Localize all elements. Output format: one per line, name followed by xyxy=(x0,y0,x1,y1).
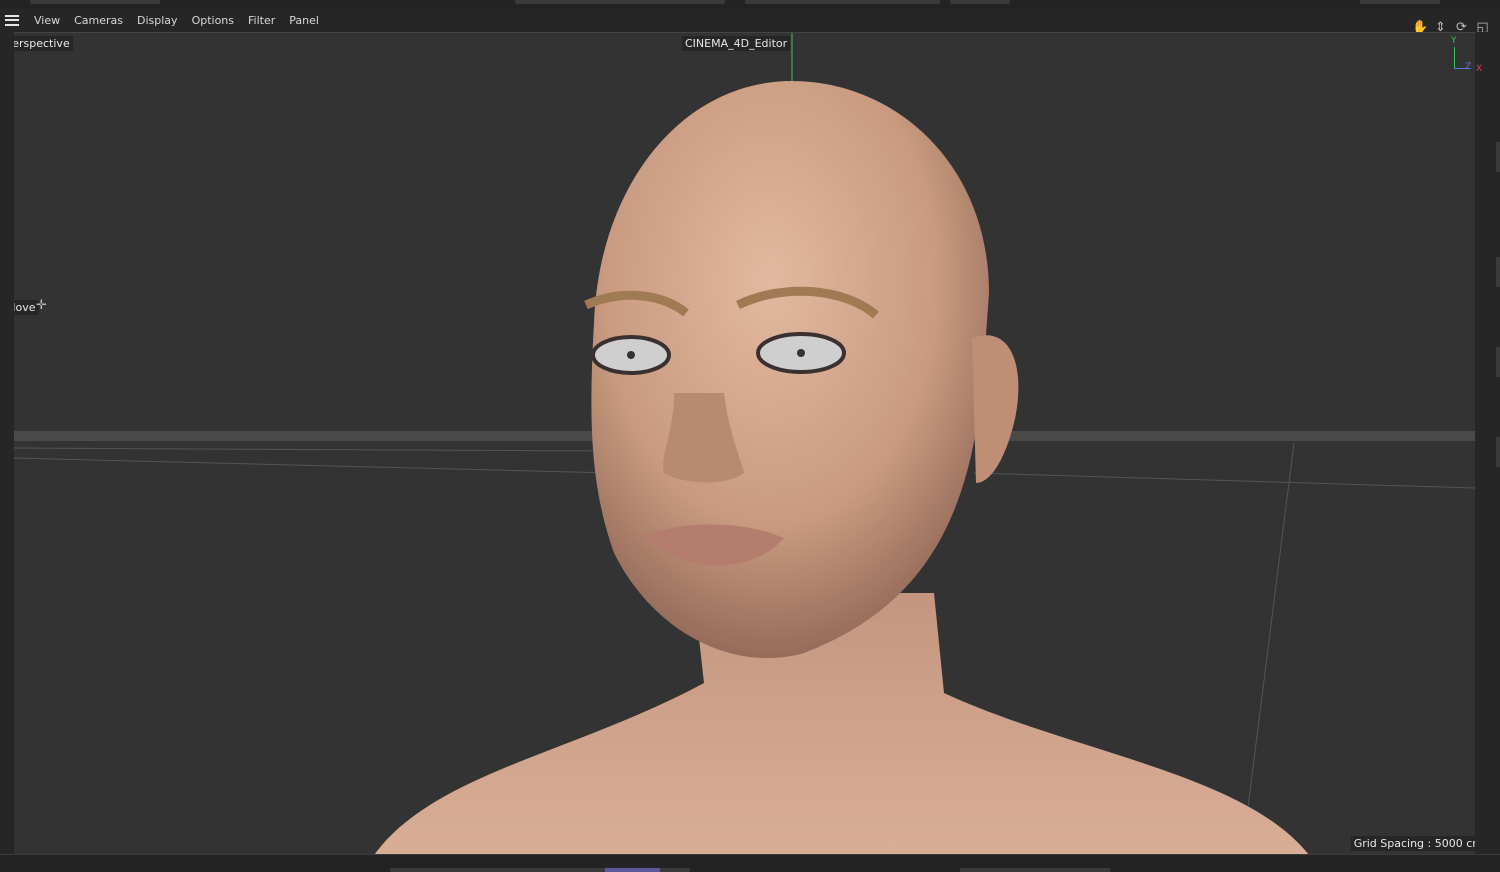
left-panel-edge xyxy=(0,32,14,854)
menu-cameras[interactable]: Cameras xyxy=(67,14,130,27)
menu-panel[interactable]: Panel xyxy=(282,14,326,27)
menu-filter[interactable]: Filter xyxy=(241,14,282,27)
menu-options[interactable]: Options xyxy=(185,14,241,27)
hamburger-menu-icon[interactable] xyxy=(5,14,19,26)
axis-x-label: X xyxy=(1476,64,1483,74)
bottom-strip xyxy=(0,854,1500,872)
axis-z-label: Z xyxy=(1465,62,1472,72)
move-crosshair-icon: ✛ xyxy=(36,298,47,313)
menu-display[interactable]: Display xyxy=(130,14,185,27)
axis-y-label: Y xyxy=(1451,36,1457,46)
camera-name-label[interactable]: CINEMA_4D_Editor xyxy=(682,36,791,51)
grid-spacing-label: Grid Spacing : 5000 cm xyxy=(1350,836,1475,851)
right-panel-edge xyxy=(1475,32,1500,854)
3d-viewport[interactable]: Perspective CINEMA_4D_Editor Move ✛ Grid… xyxy=(14,32,1475,854)
scene-render xyxy=(14,33,1475,854)
menu-view[interactable]: View xyxy=(27,14,67,27)
active-tool-label: Move xyxy=(14,300,39,315)
head-model[interactable] xyxy=(374,81,1309,854)
camera-label[interactable]: Perspective xyxy=(14,36,73,51)
top-strip xyxy=(0,0,1500,8)
viewport-menubar: View Cameras Display Options Filter Pane… xyxy=(0,8,1500,35)
